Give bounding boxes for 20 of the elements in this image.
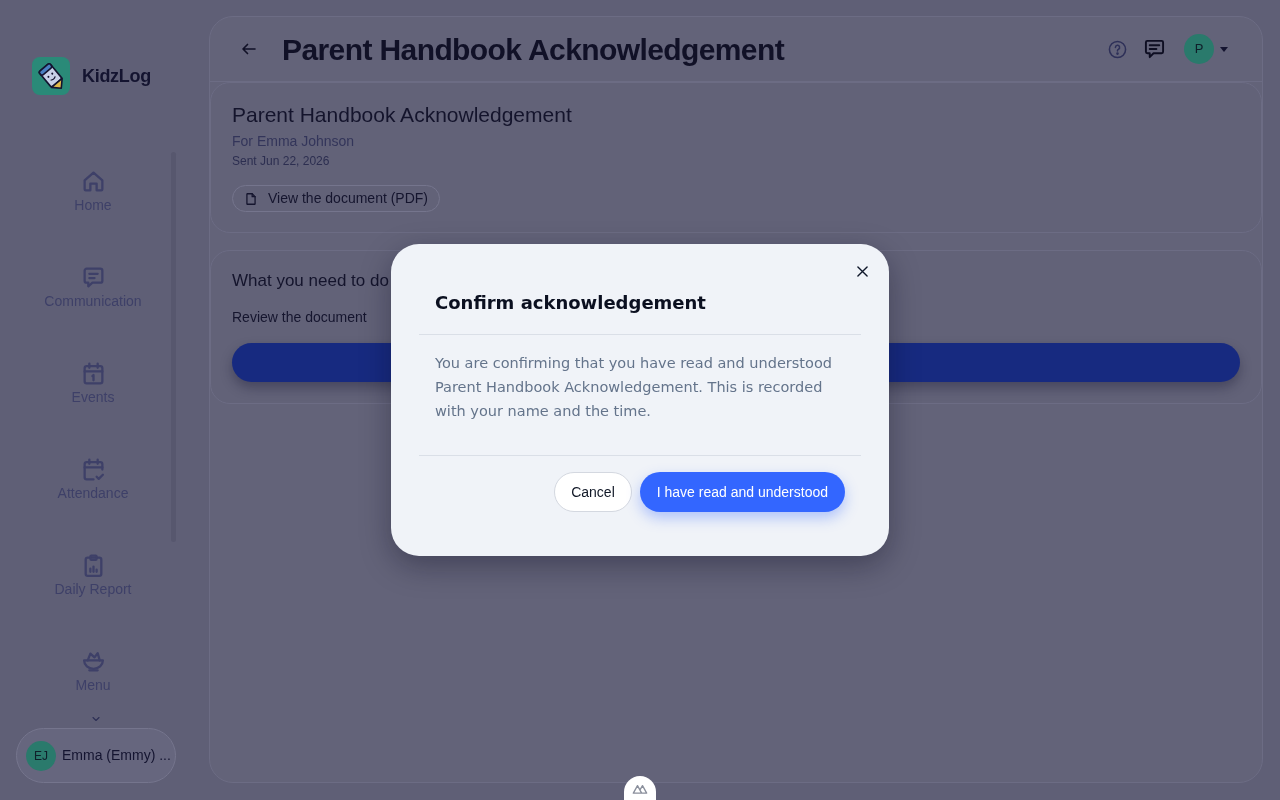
user-switcher[interactable]: EJ Emma (Emmy) ... bbox=[16, 728, 176, 783]
page-title: Parent Handbook Acknowledgement bbox=[282, 31, 785, 68]
chat-icon[interactable] bbox=[1144, 39, 1165, 59]
bowl-icon bbox=[80, 649, 106, 674]
confirm-button[interactable]: I have read and understood bbox=[639, 472, 845, 512]
document-title: Parent Handbook Acknowledgement bbox=[232, 102, 572, 128]
avatar[interactable]: P bbox=[1184, 34, 1214, 64]
dialog-title: Confirm acknowledgement bbox=[435, 291, 706, 315]
close-icon bbox=[856, 265, 868, 277]
avatar: EJ bbox=[26, 740, 56, 771]
task-step: Review the document bbox=[232, 307, 367, 327]
document-icon bbox=[244, 191, 258, 206]
caret-icon[interactable] bbox=[1220, 46, 1228, 52]
help-icon[interactable] bbox=[1108, 39, 1127, 59]
mountain-logo-icon bbox=[632, 784, 648, 794]
dialog-message: You are confirming that you have read and understood Parent Handbook Acknowledgement. This is recorded with your name and the time. bbox=[435, 354, 833, 421]
brand-name: KidzLog bbox=[82, 64, 151, 88]
task-title: What you need to do bbox=[232, 270, 389, 292]
cancel-button[interactable]: Cancel bbox=[554, 472, 632, 512]
pencil-logo-icon bbox=[32, 57, 70, 95]
